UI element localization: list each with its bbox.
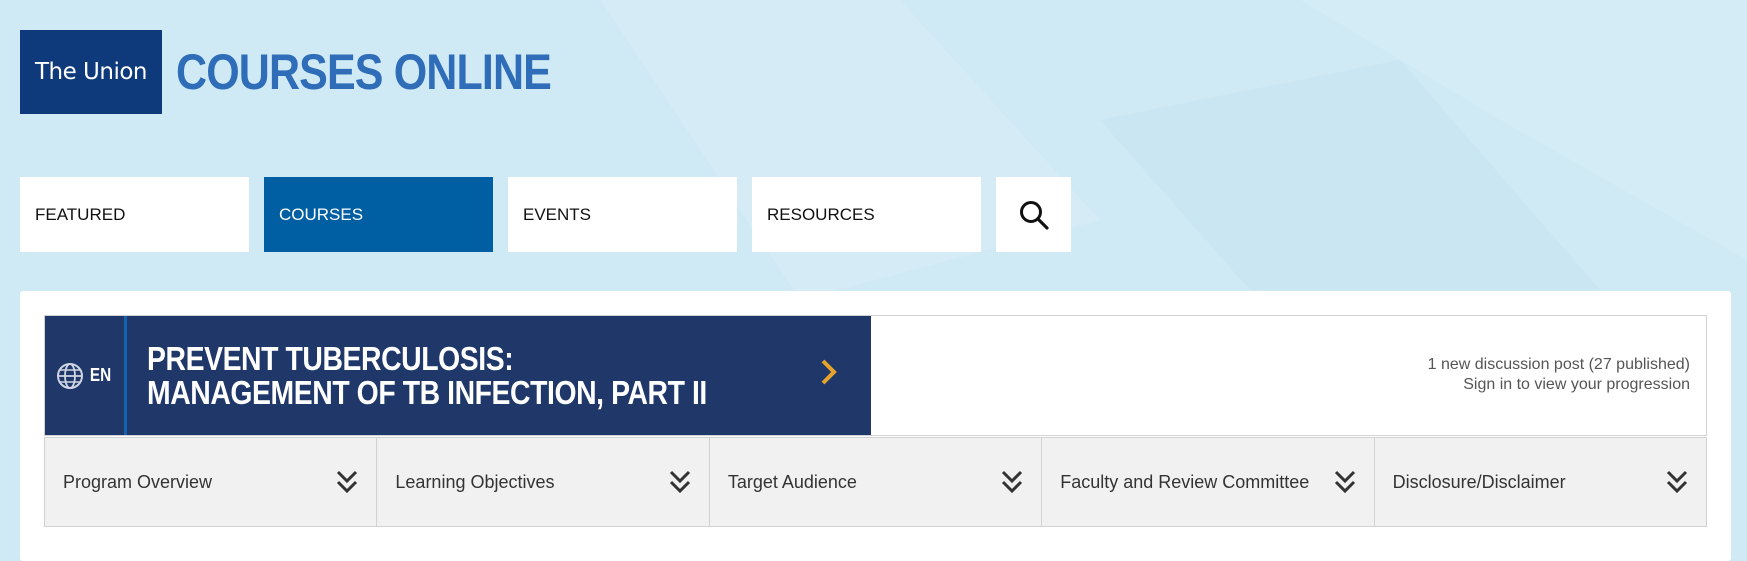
- logo-text: The Union: [34, 59, 148, 85]
- language-selector[interactable]: EN: [45, 316, 127, 435]
- course-title[interactable]: PREVENT TUBERCULOSIS: MANAGEMENT OF TB I…: [147, 342, 707, 410]
- double-chevron-down-icon: [337, 470, 358, 494]
- double-chevron-down-icon: [1002, 470, 1023, 494]
- tab-label: Target Audience: [727, 471, 857, 492]
- tab-learning-objectives[interactable]: Learning Objectives: [377, 438, 710, 526]
- language-code: EN: [89, 365, 112, 385]
- search-button[interactable]: [996, 177, 1071, 252]
- main-nav: FEATURED COURSES EVENTS RESOURCES: [20, 177, 1071, 252]
- union-logo[interactable]: The Union: [20, 30, 162, 114]
- tab-faculty-review-committee[interactable]: Faculty and Review Committee: [1042, 438, 1375, 526]
- course-status: 1 new discussion post (27 published) Sig…: [1428, 355, 1690, 395]
- course-panel: EN PREVENT TUBERCULOSIS: MANAGEMENT OF T…: [20, 291, 1731, 561]
- course-title-line1: PREVENT TUBERCULOSIS:: [147, 340, 514, 377]
- double-chevron-down-icon: [1334, 470, 1355, 494]
- search-icon: [1019, 200, 1049, 230]
- course-info-tabs: Program Overview Learning Objectives Tar…: [44, 437, 1707, 527]
- double-chevron-down-icon: [669, 470, 690, 494]
- nav-item-courses[interactable]: COURSES: [264, 177, 493, 252]
- course-card: EN PREVENT TUBERCULOSIS: MANAGEMENT OF T…: [44, 315, 1707, 436]
- nav-item-featured[interactable]: FEATURED: [20, 177, 249, 252]
- tab-target-audience[interactable]: Target Audience: [710, 438, 1043, 526]
- site-header: The Union COURSES ONLINE: [20, 30, 612, 114]
- tab-disclosure-disclaimer[interactable]: Disclosure/Disclaimer: [1375, 438, 1706, 526]
- tab-program-overview[interactable]: Program Overview: [45, 438, 378, 526]
- course-title-line2: MANAGEMENT OF TB INFECTION, PART II: [147, 374, 707, 411]
- progression-status[interactable]: Sign in to view your progression: [1428, 375, 1690, 395]
- nav-item-resources[interactable]: RESOURCES: [752, 177, 981, 252]
- tab-label: Disclosure/Disclaimer: [1392, 471, 1566, 492]
- site-title[interactable]: COURSES ONLINE: [176, 43, 552, 101]
- tab-label: Program Overview: [63, 471, 213, 492]
- double-chevron-down-icon: [1666, 470, 1688, 494]
- discussion-status[interactable]: 1 new discussion post (27 published): [1428, 355, 1690, 375]
- tab-label: Faculty and Review Committee: [1060, 471, 1310, 492]
- course-banner[interactable]: EN PREVENT TUBERCULOSIS: MANAGEMENT OF T…: [45, 316, 871, 435]
- chevron-right-icon[interactable]: [819, 358, 839, 386]
- nav-item-events[interactable]: EVENTS: [508, 177, 737, 252]
- tab-label: Learning Objectives: [395, 471, 555, 492]
- globe-icon: [56, 362, 83, 389]
